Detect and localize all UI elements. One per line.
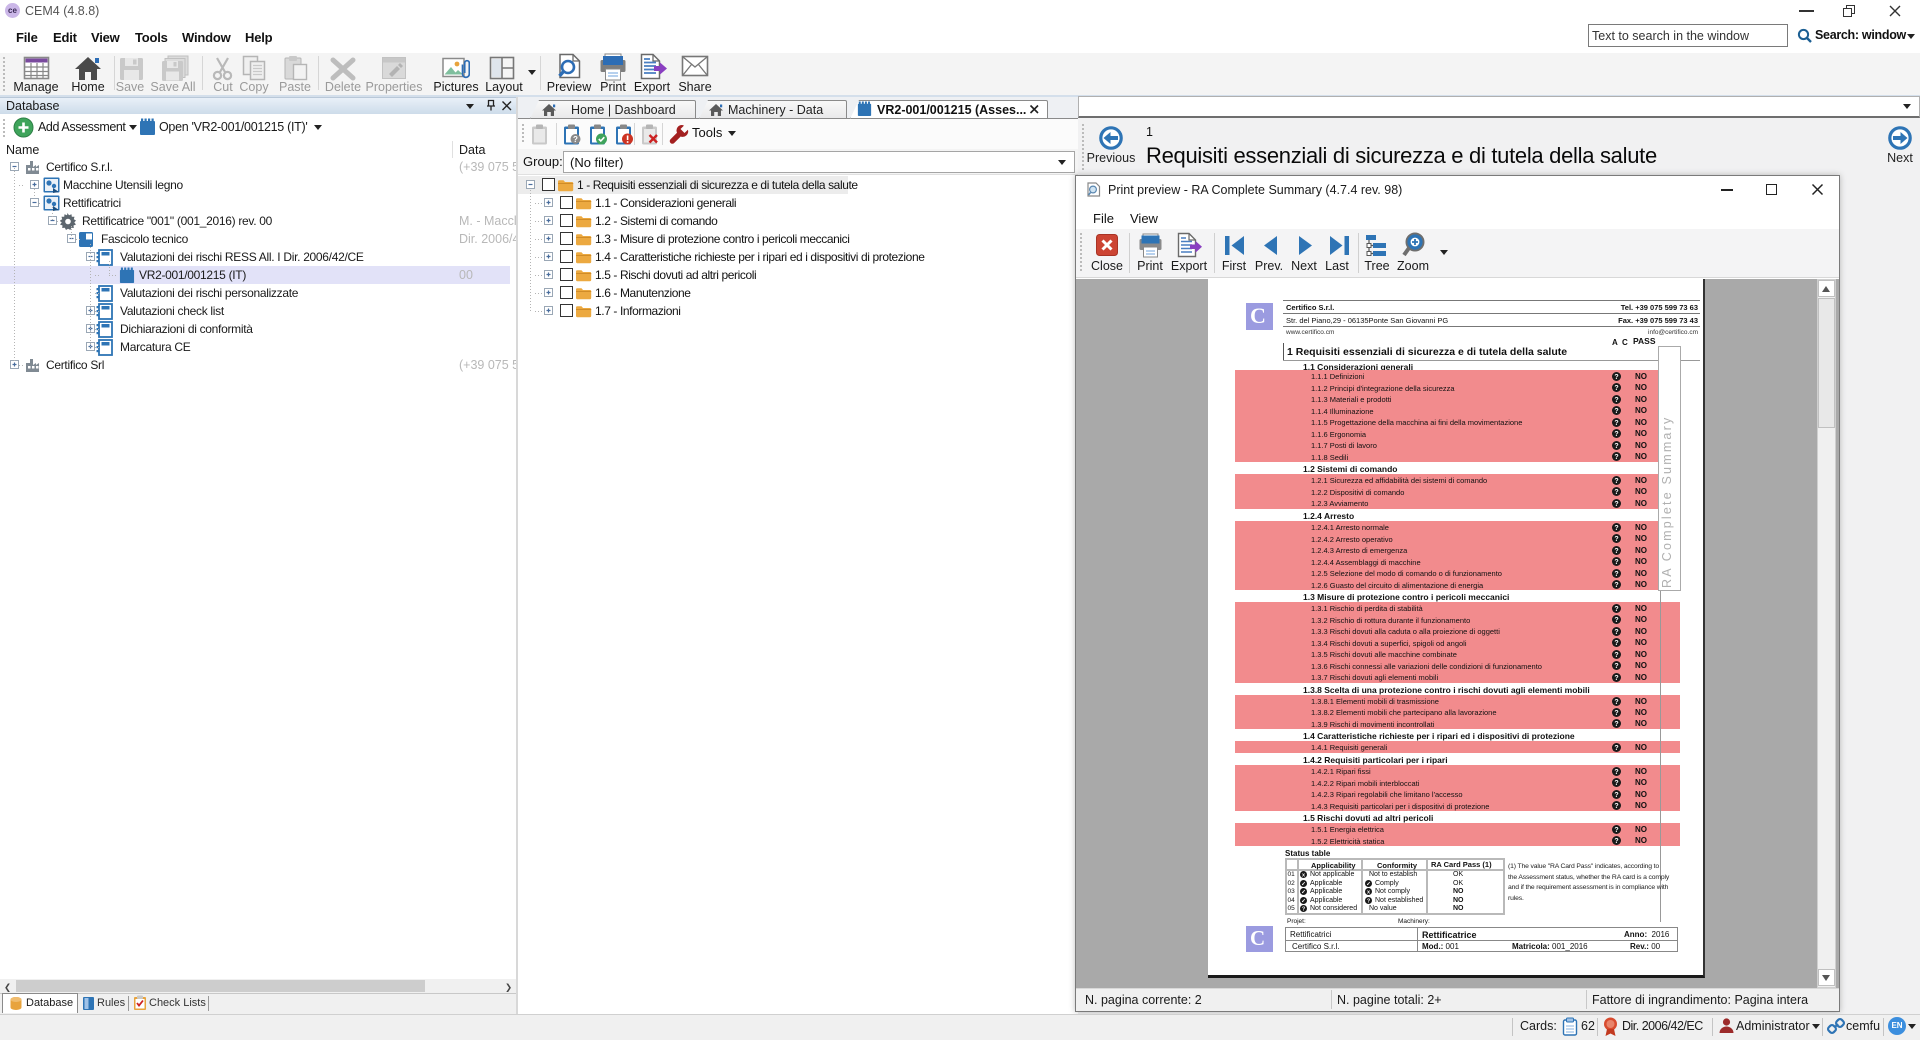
svg-text:?: ? (1614, 454, 1618, 461)
svg-text:?: ? (1614, 640, 1618, 647)
svg-text:?: ? (1614, 525, 1618, 532)
svg-text:?: ? (1614, 699, 1618, 706)
svg-text:?: ? (1614, 478, 1618, 485)
svg-text:✓: ✓ (1301, 898, 1306, 903)
svg-text:?: ? (1614, 443, 1618, 450)
svg-text:?: ? (1614, 663, 1618, 670)
svg-text:?: ? (1614, 652, 1618, 659)
svg-text:?: ? (1614, 489, 1618, 496)
svg-text:?: ? (1614, 675, 1618, 682)
svg-text:?: ? (1614, 548, 1618, 555)
svg-text:?: ? (1614, 420, 1618, 427)
svg-text:?: ? (1614, 710, 1618, 717)
svg-text:?: ? (573, 135, 578, 144)
svg-text:?: ? (1614, 721, 1618, 728)
svg-text:?: ? (1614, 617, 1618, 624)
svg-text:?: ? (1614, 827, 1618, 834)
svg-text:?: ? (1614, 803, 1618, 810)
svg-text:?: ? (1614, 629, 1618, 636)
svg-text:?: ? (1614, 536, 1618, 543)
svg-text:?: ? (1614, 792, 1618, 799)
svg-text:?: ? (1614, 582, 1618, 589)
svg-text:✓: ✓ (1366, 881, 1371, 886)
svg-text:✓: ✓ (1301, 890, 1306, 895)
svg-text:?: ? (1614, 780, 1618, 787)
svg-text:?: ? (1614, 408, 1618, 415)
svg-text:?: ? (1614, 501, 1618, 508)
svg-text:?: ? (1614, 769, 1618, 776)
svg-text:✓: ✓ (1301, 881, 1306, 886)
svg-text:?: ? (1614, 745, 1618, 752)
svg-text:?: ? (1614, 397, 1618, 404)
svg-text:?: ? (1614, 606, 1618, 613)
svg-text:?: ? (1614, 838, 1618, 845)
svg-text:?: ? (1614, 571, 1618, 578)
svg-text:?: ? (1614, 385, 1618, 392)
svg-text:?: ? (1614, 559, 1618, 566)
svg-text:?: ? (1614, 431, 1618, 438)
svg-text:?: ? (1614, 374, 1618, 381)
